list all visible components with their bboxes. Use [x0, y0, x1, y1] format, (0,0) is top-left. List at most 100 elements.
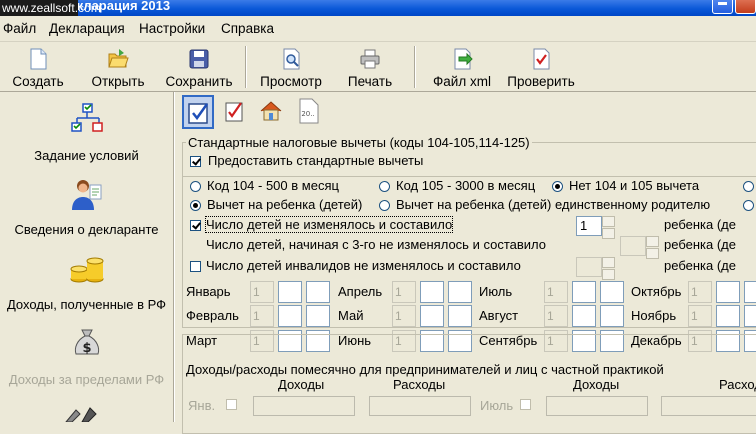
children-count-field[interactable]: 1	[576, 216, 602, 236]
month-label: Июль	[479, 284, 513, 299]
child-deduction-label: Вычет на ребенка (детей)	[207, 197, 363, 212]
jul-expense-field[interactable]	[661, 396, 756, 416]
children-third-field[interactable]	[620, 236, 646, 256]
month-count-field[interactable]: 1	[544, 305, 568, 327]
disabled-children-checkbox[interactable]	[190, 261, 201, 272]
sidebar-item-income-rf[interactable]: Доходы, полученные в РФ	[0, 252, 173, 320]
children-count-stepper[interactable]	[602, 216, 615, 239]
toolbar-separator	[245, 46, 247, 88]
month-count-field[interactable]: 1	[688, 305, 712, 327]
new-document-icon	[30, 48, 47, 70]
preview-button[interactable]: Просмотр	[255, 42, 327, 90]
tab-document-20[interactable]: 20..	[294, 95, 326, 129]
title-bar: Декларация 2013 www.zeallsoft.com	[0, 0, 756, 16]
month-count-field[interactable]: 1	[250, 281, 274, 303]
month-label: Август	[479, 308, 519, 323]
children-third-label: Число детей, начиная с 3-го не изменялос…	[206, 237, 546, 252]
month-value-field[interactable]	[278, 305, 302, 327]
save-button[interactable]: Сохранить	[162, 42, 236, 90]
month-value-field[interactable]	[420, 281, 444, 303]
menu-settings[interactable]: Настройки	[139, 21, 205, 36]
create-button[interactable]: Создать	[6, 42, 70, 90]
jan-checkbox[interactable]	[226, 399, 237, 410]
extra-radio-row2[interactable]	[743, 200, 754, 211]
disabled-children-field[interactable]	[576, 257, 602, 277]
toolbar-separator	[414, 46, 416, 88]
menu-declaration[interactable]: Декларация	[49, 21, 125, 36]
month-value-field[interactable]	[448, 305, 472, 327]
money-bag-icon: $	[74, 329, 99, 356]
month-value-field[interactable]	[716, 305, 740, 327]
month-count-field[interactable]: 1	[688, 281, 712, 303]
month-value-field[interactable]	[420, 305, 444, 327]
tab-house[interactable]	[256, 95, 288, 129]
month-value-field[interactable]	[600, 305, 624, 327]
extra-radio-row1[interactable]	[743, 181, 754, 192]
sidebar-item-income-abroad[interactable]: $ Доходы за пределами РФ	[0, 324, 173, 392]
expense-header-1: Расходы	[393, 377, 446, 392]
toolbar: Создать Открыть Сохранить Просмотр Печат…	[0, 42, 756, 92]
jul-checkbox[interactable]	[520, 399, 531, 410]
close-button[interactable]	[735, 0, 756, 14]
month-value-field[interactable]	[278, 281, 302, 303]
month-count-field[interactable]: 1	[392, 281, 416, 303]
single-parent-label: Вычет на ребенка (детей) единственному р…	[396, 197, 711, 212]
sidebar-label-income-abroad: Доходы за пределами РФ	[8, 372, 165, 387]
month-value-field[interactable]	[306, 305, 330, 327]
print-button[interactable]: Печать	[338, 42, 402, 90]
jul-label: Июль	[480, 398, 514, 413]
jan-income-field[interactable]	[253, 396, 355, 416]
child-deduction-radio[interactable]	[190, 200, 201, 211]
tab-checklist[interactable]	[220, 95, 252, 129]
month-value-field[interactable]	[600, 281, 624, 303]
sidebar-item-conditions[interactable]: Задание условий	[0, 102, 173, 170]
month-value-field[interactable]	[306, 281, 330, 303]
jul-income-field[interactable]	[546, 396, 648, 416]
floppy-disk-icon	[189, 49, 209, 69]
sidebar: Задание условий Сведения о декларанте До…	[0, 92, 174, 422]
code105-radio[interactable]	[379, 181, 390, 192]
month-value-field[interactable]	[572, 281, 596, 303]
watermark: www.zeallsoft.com	[0, 0, 101, 16]
month-count-field[interactable]: 1	[250, 305, 274, 327]
children-unchanged-label: Число детей не изменялось и составило	[204, 216, 454, 233]
month-count-field[interactable]: 1	[392, 305, 416, 327]
divider	[182, 176, 756, 177]
expense-header-2: Расходы	[719, 377, 756, 392]
children-suffix-1: ребенка (де	[664, 217, 736, 232]
month-label: Май	[338, 308, 364, 323]
code104-radio[interactable]	[190, 181, 201, 192]
month-value-field[interactable]	[448, 281, 472, 303]
disabled-children-label: Число детей инвалидов не изменялось и со…	[206, 258, 521, 273]
sidebar-item-declarant[interactable]: Сведения о декларанте	[0, 177, 173, 245]
no-104-105-label: Нет 104 и 105 вычета	[569, 178, 700, 193]
children-unchanged-checkbox[interactable]	[190, 220, 201, 231]
svg-text:20..: 20..	[301, 110, 314, 118]
menu-file[interactable]: Файл	[3, 21, 36, 36]
month-value-field[interactable]	[716, 281, 740, 303]
create-label: Создать	[12, 74, 64, 89]
jan-label: Янв.	[188, 398, 216, 413]
menu-help[interactable]: Справка	[221, 21, 274, 36]
month-count-field[interactable]: 1	[544, 281, 568, 303]
disabled-children-stepper[interactable]	[602, 257, 615, 280]
minimize-button[interactable]	[712, 0, 733, 14]
jan-expense-field[interactable]	[369, 396, 471, 416]
month-value-field[interactable]	[744, 281, 756, 303]
no-104-105-radio[interactable]	[552, 181, 563, 192]
standard-deductions-title: Стандартные налоговые вычеты (коды 104-1…	[186, 135, 532, 150]
sidebar-label-declarant: Сведения о декларанте	[14, 222, 159, 237]
provide-deductions-checkbox[interactable]	[190, 156, 201, 167]
coins-icon	[70, 257, 103, 283]
check-button[interactable]: Проверить	[502, 42, 580, 90]
month-value-field[interactable]	[744, 305, 756, 327]
open-button[interactable]: Открыть	[86, 42, 150, 90]
tab-deductions[interactable]	[182, 95, 214, 129]
month-value-field[interactable]	[572, 305, 596, 327]
children-third-stepper[interactable]	[646, 236, 659, 259]
income-header-1: Доходы	[278, 377, 325, 392]
check-label: Проверить	[507, 74, 575, 89]
single-parent-radio[interactable]	[379, 200, 390, 211]
xml-export-icon	[454, 48, 473, 70]
xml-file-button[interactable]: Файл xml	[428, 42, 496, 90]
